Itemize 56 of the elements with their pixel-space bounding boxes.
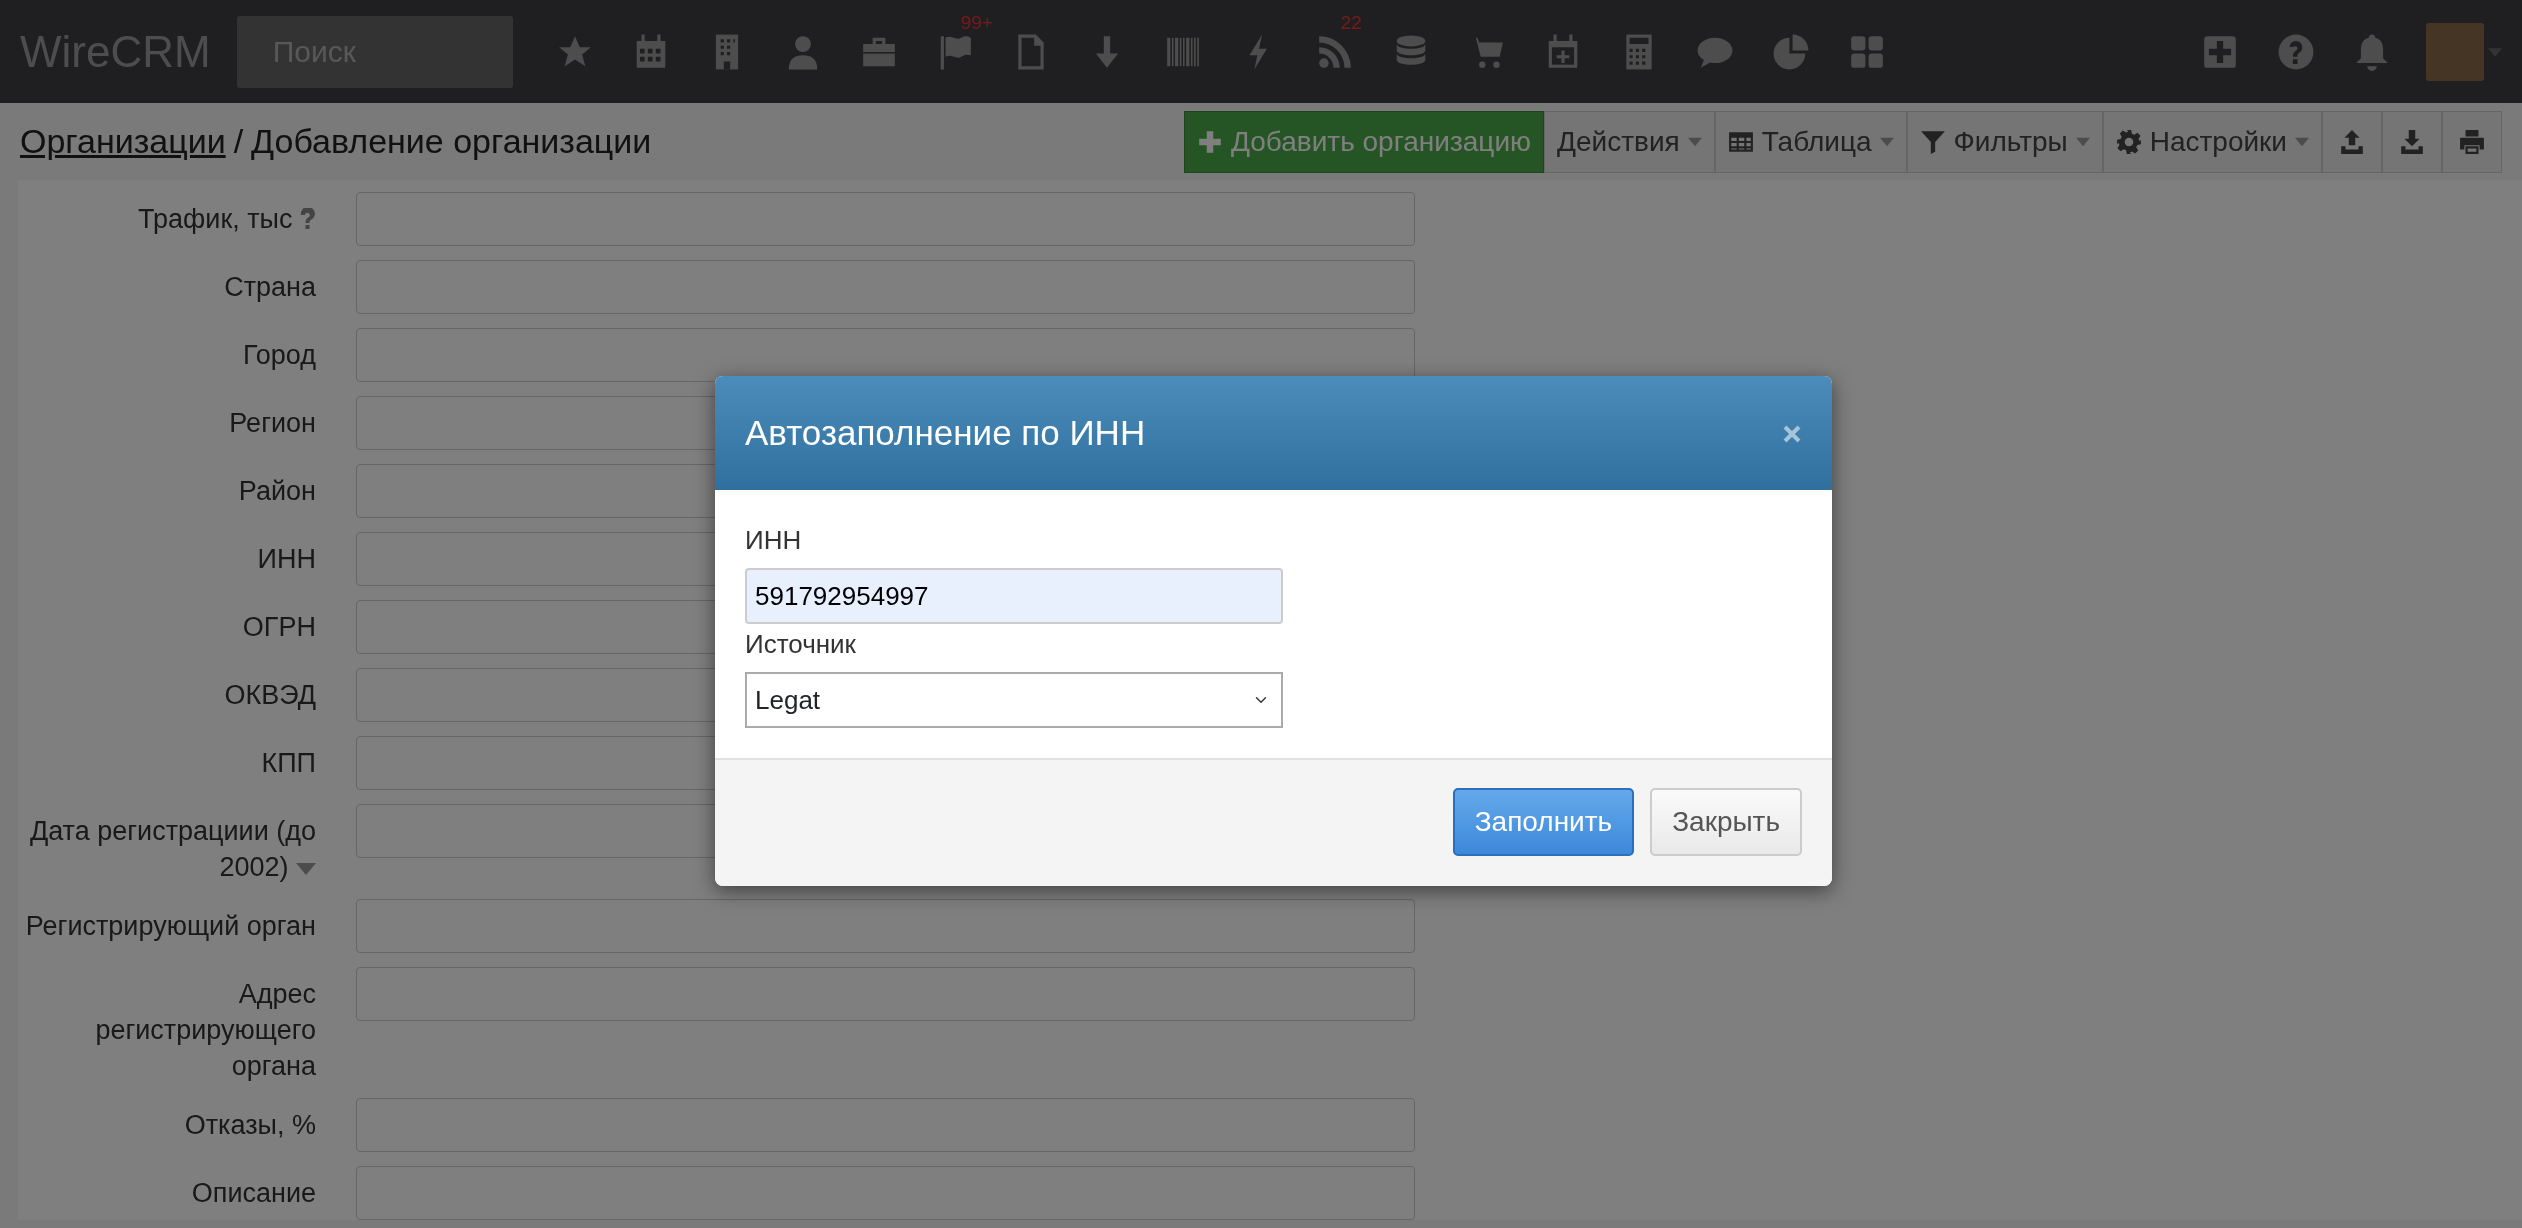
input-field[interactable] [356,192,1415,246]
caret-icon [2295,136,2309,147]
field-label: Страна [223,271,316,304]
plus-icon [1197,128,1223,155]
field-label: ОКВЭД [223,679,316,712]
source-select[interactable]: Legat [745,672,1283,728]
add-organization-button[interactable]: Добавить организацию [1184,110,1545,173]
upload-button[interactable] [2322,110,2382,173]
inn-input-field[interactable]: 591792954997 [745,568,1283,624]
caret-icon [1879,136,1894,147]
field-label: Трафик, тыс [18,192,316,246]
input-field[interactable] [356,328,1415,382]
upload-icon [2339,128,2365,155]
input-field[interactable] [356,967,1415,1021]
notification-count: 99+ [960,10,993,35]
field-label: Регистрирующий орган [24,910,316,943]
dropdown-button[interactable]: Фильтры [1906,110,2103,173]
filter-icon [1919,128,1946,155]
field-label: ИНН [745,524,803,556]
gear-icon [2115,128,2142,155]
field-label: Дата регистрациии (до 2002) [28,815,316,884]
input-field[interactable] [356,1166,1415,1220]
field-label: Отказы, % [183,1109,316,1142]
field-label: ОГРН [241,611,316,644]
avatar-photo-placeholder[interactable] [2426,22,2484,81]
input-field[interactable] [356,260,1415,314]
field-label: Город [241,339,316,372]
field-label: Адрес регистрирующего органа [94,978,316,1083]
input-field[interactable] [356,899,1415,953]
print-button[interactable] [2442,110,2502,173]
notification-count: 22 [1340,10,1362,35]
field-label: КПП [260,747,316,780]
dialog-title: Автозаполнение по ИНН [745,412,1146,454]
page-title: Добавление организации [251,122,652,160]
input-field[interactable] [356,1098,1415,1152]
field-label: Регион [228,407,316,440]
download-icon [2399,128,2425,155]
close-dialog-button[interactable]: Закрыть [1650,788,1802,856]
help-icon[interactable] [2277,32,2315,71]
dropdown-button[interactable]: Таблица [1714,110,1907,173]
caret-icon [2075,136,2090,147]
caret-icon[interactable] [296,861,316,876]
help-icon[interactable] [300,208,316,230]
field-label: Район [237,475,316,508]
breadcrumb-separator: / [233,122,244,160]
pie-chart-icon[interactable] [1771,32,1810,71]
caret-icon [1687,136,1702,147]
breadcrumb-link[interactable]: Организации [20,122,226,160]
download-button[interactable] [2382,110,2442,173]
field-label: Описание [190,1177,316,1210]
dropdown-button[interactable]: Настройки [2102,110,2322,173]
dropdown-button[interactable]: Действия [1544,110,1715,173]
fill-button[interactable]: Заполнить [1452,788,1635,856]
field-label: ИНН [256,543,316,576]
field-label: Источник [745,628,857,660]
printer-icon [2459,128,2485,155]
